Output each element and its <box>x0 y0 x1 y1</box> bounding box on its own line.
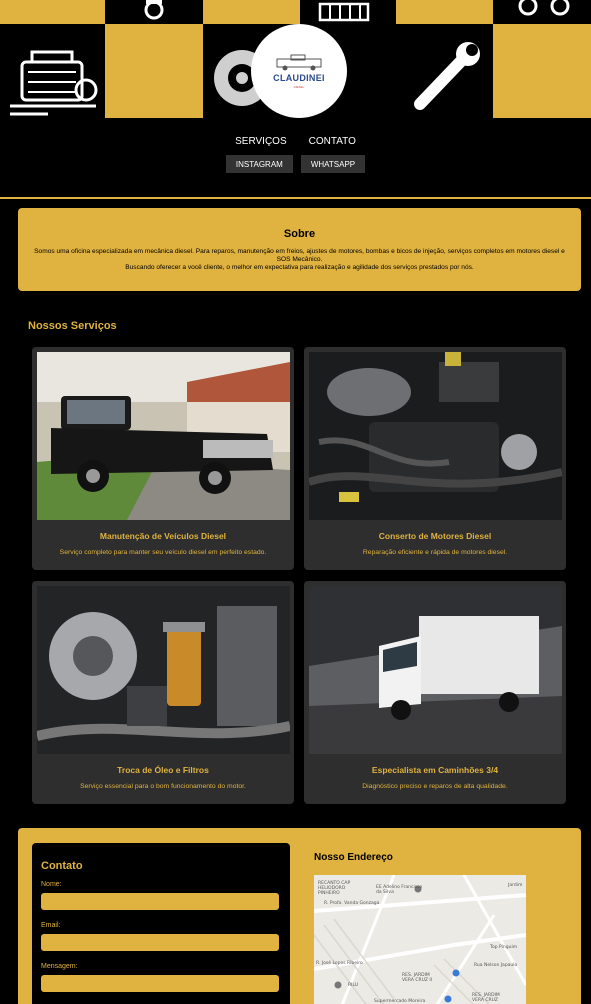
message-input[interactable] <box>41 975 279 992</box>
contact-title: Contato <box>41 860 83 872</box>
services-title: Nossos Serviços <box>28 320 117 332</box>
header-banner: CLAUDINEI DIESEL <box>0 0 591 118</box>
email-input[interactable] <box>41 934 279 951</box>
turbo-icon <box>518 0 570 16</box>
map-label: Jardim <box>508 883 523 888</box>
service-card[interactable]: Troca de Óleo e Filtros Serviço essencia… <box>32 581 294 804</box>
service-card[interactable]: Especialista em Caminhões 3/4 Diagnóstic… <box>304 581 566 804</box>
address-title: Nosso Endereço <box>314 852 393 863</box>
message-label: Mensagem: <box>41 963 78 970</box>
about-title: Sobre <box>283 228 316 240</box>
service-card[interactable]: Conserto de Motores Diesel Reparação efi… <box>304 347 566 570</box>
about-section: Sobre Somos uma oficina especializada em… <box>18 208 581 291</box>
engine-block-icon <box>318 2 370 22</box>
service-card[interactable]: Manutenção de Veículos Diesel Serviço co… <box>32 347 294 570</box>
contact-form: Contato Nome: Email: Mensagem: <box>32 843 290 1004</box>
wrench-icon <box>414 42 480 110</box>
name-input[interactable] <box>41 893 279 910</box>
service-title: Troca de Óleo e Filtros <box>117 765 209 775</box>
map-label: RECANTO CAP HELIODORO PINHEIRO <box>318 881 351 896</box>
brand-logo[interactable]: CLAUDINEI DIESEL <box>251 24 347 118</box>
service-title: Conserto de Motores Diesel <box>378 531 492 541</box>
map-label: Rua Nelson Japaulo <box>474 963 518 968</box>
map-label: RES. JARDIM VERA CRUZ <box>472 993 500 1003</box>
name-label: Nome: <box>41 881 62 888</box>
banner-tile <box>105 24 203 118</box>
address-map[interactable]: RECANTO CAP HELIODORO PINHEIRO EE Adelin… <box>314 875 526 1004</box>
service-desc: Diagnóstico preciso e reparos de alta qu… <box>362 783 508 790</box>
engine-icon <box>10 50 98 116</box>
nav-link-contato[interactable]: CONTATO <box>309 136 356 147</box>
oil-filter-photo <box>37 586 290 754</box>
truck-photo <box>309 586 562 754</box>
about-text-2: Buscando oferecer a você cliente, o melh… <box>125 264 474 271</box>
map-label: R. José Lopes Ribeiro <box>316 961 363 966</box>
whatsapp-button[interactable]: WHATSAPP <box>300 155 366 173</box>
service-title: Manutenção de Veículos Diesel <box>99 531 227 541</box>
contact-section: Contato Nome: Email: Mensagem: Nosso End… <box>18 828 581 1004</box>
truck-logo-icon <box>276 54 322 71</box>
map-label: RILU <box>348 983 359 988</box>
service-desc: Serviço essencial para o bom funcionamen… <box>80 783 246 790</box>
service-title: Especialista em Caminhões 3/4 <box>371 765 499 775</box>
service-desc: Serviço completo para manter seu veículo… <box>59 549 267 556</box>
banner-tile <box>0 0 105 24</box>
map-label: EE Adelino Francisco da Silva <box>376 885 423 895</box>
pickup-truck-photo <box>37 352 290 520</box>
map-label: Supermercado Moreira <box>374 999 426 1004</box>
nav-link-servicos[interactable]: SERVIÇOS <box>235 136 287 147</box>
service-desc: Reparação eficiente e rápida de motores … <box>362 549 508 556</box>
piston-icon <box>144 0 164 20</box>
banner-tile <box>396 0 493 24</box>
banner-tile <box>493 24 591 118</box>
brand-sub: DIESEL <box>293 85 305 89</box>
map-label: RES. JARDIM VERA CRUZ II <box>402 973 433 983</box>
diesel-engine-photo <box>309 352 562 520</box>
banner-tile <box>203 0 300 24</box>
instagram-button[interactable]: INSTAGRAM <box>225 155 293 173</box>
header-divider <box>0 197 591 199</box>
email-label: Email: <box>41 922 61 929</box>
main-nav: SERVIÇOS CONTATO INSTAGRAM WHATSAPP <box>0 136 591 173</box>
about-text-1: Somos uma oficina especializada em mecân… <box>34 248 565 263</box>
map-label: Top Pinguim <box>490 945 518 950</box>
brand-name: CLAUDINEI <box>273 73 325 83</box>
map-label: R. Profa. Vanda Gonzaga <box>324 901 380 906</box>
